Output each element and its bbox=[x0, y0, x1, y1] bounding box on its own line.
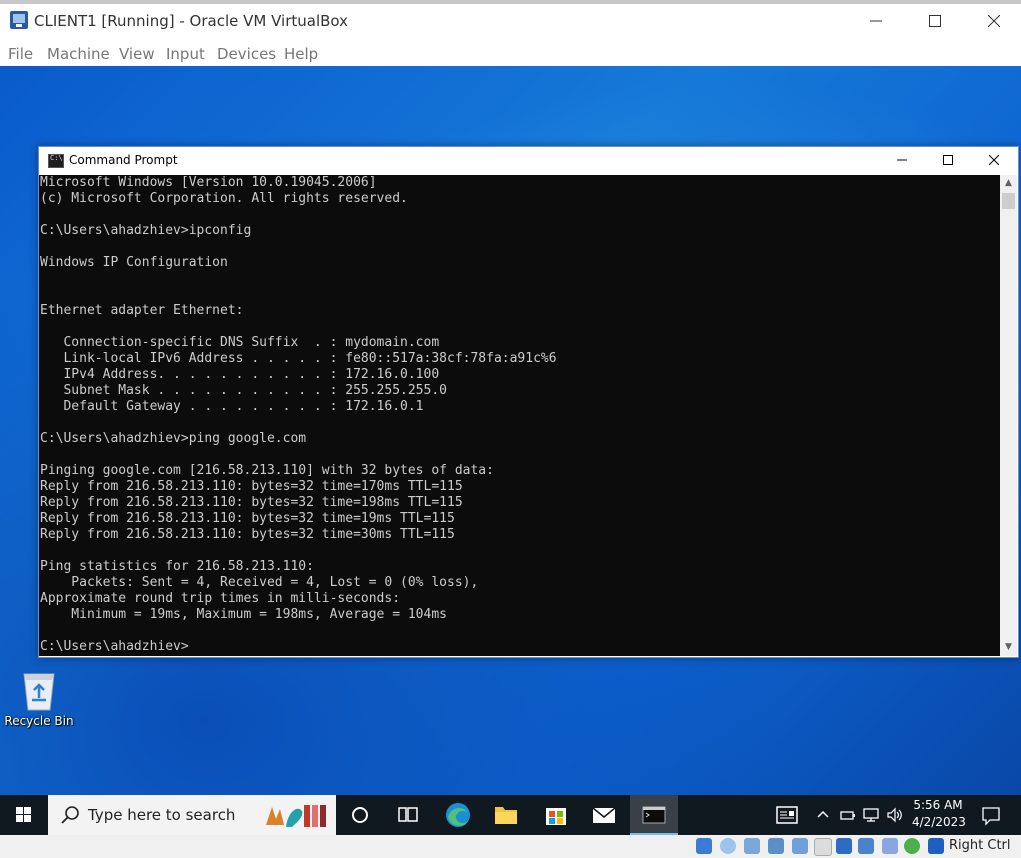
search-highlight-icon bbox=[258, 799, 334, 831]
edge-taskbar-button[interactable] bbox=[434, 795, 482, 835]
audio-icon[interactable] bbox=[744, 838, 760, 854]
minimize-icon bbox=[897, 159, 907, 161]
cmd-app-icon bbox=[48, 154, 64, 168]
minimize-button[interactable] bbox=[853, 8, 899, 36]
console-line: Ethernet adapter Ethernet: bbox=[40, 303, 244, 318]
console-line: IPv4 Address. . . . . . . . . . . : 172.… bbox=[40, 367, 440, 382]
host-taskbar-strip bbox=[0, 0, 1021, 4]
command-prompt-window: Command Prompt Microsoft Windows [Versio… bbox=[38, 146, 1019, 658]
clock-date: 4/2/2023 bbox=[912, 815, 966, 829]
console-line: C:\Users\ahadzhiev>ipconfig bbox=[40, 223, 252, 238]
edge-icon bbox=[446, 803, 470, 827]
guest-taskbar: Type here to search 5:56 AM 4/2/2023 bbox=[0, 795, 1021, 835]
network-icon[interactable] bbox=[862, 806, 880, 824]
console-output[interactable]: Microsoft Windows [Version 10.0.19045.20… bbox=[39, 175, 1000, 656]
recycle-bin[interactable]: Recycle Bin bbox=[4, 668, 74, 738]
recycle-bin-icon bbox=[23, 673, 55, 711]
shared-folders-icon[interactable] bbox=[814, 838, 832, 856]
search-box[interactable]: Type here to search bbox=[48, 795, 336, 835]
console-line: Subnet Mask . . . . . . . . . . . : 255.… bbox=[40, 383, 447, 398]
volume-icon[interactable] bbox=[886, 806, 904, 824]
command-prompt-icon bbox=[642, 806, 666, 824]
cmd-taskbar-button[interactable] bbox=[630, 795, 678, 835]
maximize-icon bbox=[929, 15, 941, 27]
taskview-button[interactable] bbox=[384, 795, 432, 835]
mail-icon bbox=[592, 807, 616, 823]
maximize-button[interactable] bbox=[912, 8, 958, 36]
close-icon bbox=[987, 14, 1001, 28]
menu-devices[interactable]: Devices bbox=[217, 45, 276, 63]
folder-icon bbox=[495, 807, 517, 824]
console-line: Approximate round trip times in milli-se… bbox=[40, 591, 401, 606]
console-line: Microsoft Windows [Version 10.0.19045.20… bbox=[40, 175, 377, 190]
console-line: Reply from 216.58.213.110: bytes=32 time… bbox=[40, 511, 455, 526]
menu-view[interactable]: View bbox=[119, 45, 155, 63]
task-view-icon bbox=[398, 807, 418, 822]
start-button[interactable] bbox=[0, 795, 48, 835]
task-view-button[interactable] bbox=[336, 795, 384, 835]
tray-clock[interactable]: 5:56 AM 4/2/2023 bbox=[912, 797, 966, 831]
network-adapter-icon[interactable] bbox=[768, 838, 784, 854]
notifications-icon[interactable] bbox=[981, 806, 1001, 826]
store-button[interactable] bbox=[532, 795, 580, 835]
chevron-up-icon[interactable] bbox=[816, 807, 830, 821]
hard-disk-icon[interactable] bbox=[696, 838, 712, 854]
cortana-icon bbox=[352, 807, 368, 823]
menu-file[interactable]: File bbox=[8, 45, 33, 63]
optical-drive-icon[interactable] bbox=[720, 838, 736, 854]
windows-logo-icon bbox=[16, 807, 31, 822]
console-line: Default Gateway . . . . . . . . . : 172.… bbox=[40, 399, 424, 414]
maximize-icon bbox=[943, 155, 953, 165]
vbox-menubar: File Machine View Input Devices Help bbox=[0, 42, 1021, 66]
virtualbox-icon bbox=[10, 11, 28, 29]
video-capture-icon[interactable] bbox=[858, 838, 874, 854]
recycle-bin-label: Recycle Bin bbox=[4, 714, 74, 728]
menu-machine[interactable]: Machine bbox=[47, 45, 110, 63]
usb-icon[interactable] bbox=[792, 838, 808, 854]
news-widget-icon[interactable] bbox=[776, 805, 798, 825]
window-title: CLIENT1 [Running] - Oracle VM VirtualBox bbox=[34, 12, 348, 30]
search-icon bbox=[61, 806, 79, 824]
cmd-close-button[interactable] bbox=[971, 147, 1017, 175]
console-line: C:\Users\ahadzhiev>ping google.com bbox=[40, 431, 307, 446]
scrollbar-thumb[interactable] bbox=[1002, 193, 1015, 209]
store-icon bbox=[546, 808, 566, 825]
console-line: (c) Microsoft Corporation. All rights re… bbox=[40, 191, 408, 206]
vbox-titlebar: CLIENT1 [Running] - Oracle VM VirtualBox bbox=[0, 0, 1021, 42]
mouse-integration-icon[interactable] bbox=[928, 838, 944, 854]
power-icon[interactable] bbox=[838, 806, 856, 824]
cmd-minimize-button[interactable] bbox=[879, 147, 925, 175]
console-line: Ping statistics for 216.58.213.110: bbox=[40, 559, 314, 574]
console-line: Link-local IPv6 Address . . . . . : fe80… bbox=[40, 351, 557, 366]
cmd-window-title: Command Prompt bbox=[69, 153, 178, 167]
close-button[interactable] bbox=[971, 8, 1017, 36]
vt-x-icon[interactable] bbox=[882, 838, 898, 854]
cmd-maximize-button[interactable] bbox=[925, 147, 971, 175]
cmd-titlebar[interactable]: Command Prompt bbox=[39, 147, 1018, 175]
console-line: Reply from 216.58.213.110: bytes=32 time… bbox=[40, 527, 455, 542]
vbox-statusbar: Right Ctrl bbox=[0, 835, 1021, 858]
console-line: Reply from 216.58.213.110: bytes=32 time… bbox=[40, 495, 463, 510]
console-line: Minimum = 19ms, Maximum = 198ms, Average… bbox=[40, 607, 447, 622]
scroll-down-icon[interactable]: ▼ bbox=[1000, 639, 1017, 656]
display-icon[interactable] bbox=[836, 838, 852, 854]
minimize-icon bbox=[870, 20, 882, 22]
console-line: Packets: Sent = 4, Received = 4, Lost = … bbox=[40, 575, 479, 590]
file-explorer-button[interactable] bbox=[482, 795, 530, 835]
console-line: C:\Users\ahadzhiev> bbox=[40, 639, 189, 654]
console-line: Windows IP Configuration bbox=[40, 255, 228, 270]
console-scrollbar[interactable]: ▲ ▼ bbox=[1000, 175, 1017, 656]
menu-help[interactable]: Help bbox=[284, 45, 318, 63]
mail-button[interactable] bbox=[580, 795, 628, 835]
console-line: Pinging google.com [216.58.213.110] with… bbox=[40, 463, 494, 478]
close-icon bbox=[988, 154, 1000, 166]
console-line: Reply from 216.58.213.110: bytes=32 time… bbox=[40, 479, 463, 494]
host-key-label: Right Ctrl bbox=[949, 838, 1011, 853]
guest-additions-icon[interactable] bbox=[904, 838, 920, 854]
clock-time: 5:56 AM bbox=[913, 798, 963, 812]
menu-input[interactable]: Input bbox=[166, 45, 205, 63]
scroll-up-icon[interactable]: ▲ bbox=[1000, 175, 1017, 192]
console-line: Connection-specific DNS Suffix . : mydom… bbox=[40, 335, 440, 350]
search-placeholder: Type here to search bbox=[88, 806, 236, 824]
